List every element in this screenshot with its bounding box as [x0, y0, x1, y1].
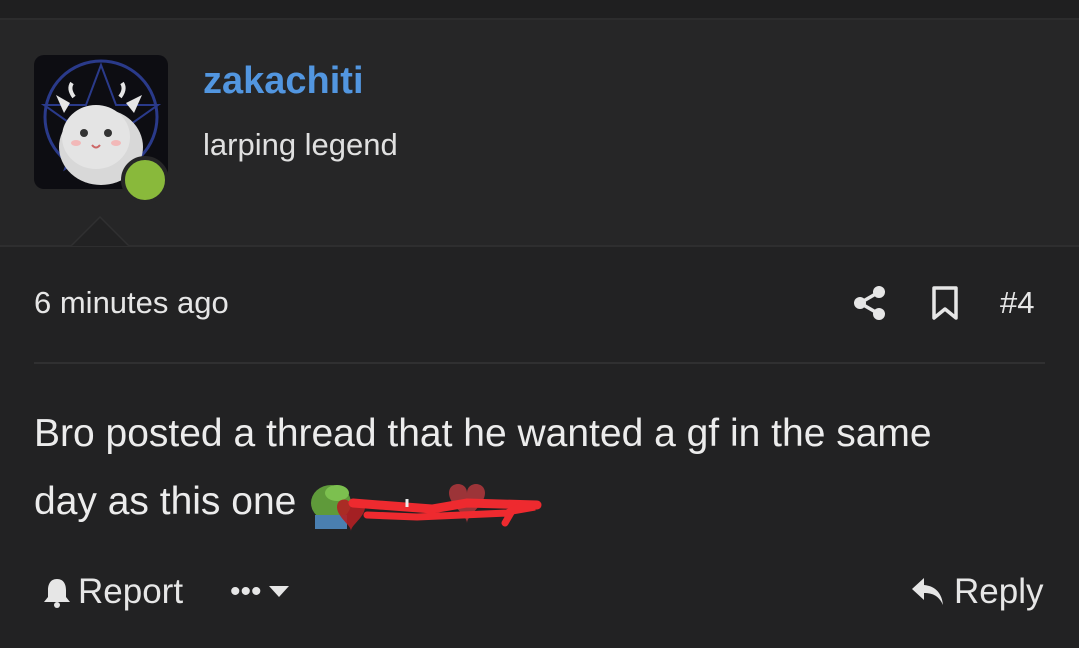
reply-label: Reply — [954, 572, 1044, 611]
bell-icon — [44, 579, 70, 608]
user-panel-divider — [0, 245, 1079, 247]
post-body-line-2: day as this one — [34, 480, 297, 523]
top-bar — [0, 0, 1079, 20]
post-timestamp[interactable]: 6 minutes ago — [34, 285, 229, 321]
user-title: larping legend — [203, 127, 398, 162]
share-icon — [854, 286, 885, 320]
post-body: Bro posted a thread that he wanted a gf … — [34, 400, 1044, 536]
post-header-divider — [34, 362, 1045, 364]
share-button[interactable] — [852, 285, 888, 321]
redacted-emoji-scribble — [307, 475, 557, 531]
reply-button[interactable]: Reply — [910, 572, 1043, 612]
panel-pointer — [72, 218, 128, 246]
post-body-line-1: Bro posted a thread that he wanted a gf … — [34, 412, 932, 455]
report-label: Report — [78, 572, 184, 611]
chevron-down-icon — [268, 586, 289, 597]
more-options-label: ••• — [230, 575, 262, 608]
report-button[interactable]: Report — [42, 572, 183, 612]
post-number-link[interactable]: #4 — [1000, 285, 1034, 321]
bookmark-button[interactable] — [929, 285, 961, 321]
username-link[interactable]: zakachiti — [203, 60, 364, 103]
bookmark-icon — [932, 286, 958, 320]
online-status-indicator — [121, 156, 169, 204]
reply-icon — [912, 578, 943, 605]
more-options-button[interactable]: ••• — [230, 575, 290, 609]
